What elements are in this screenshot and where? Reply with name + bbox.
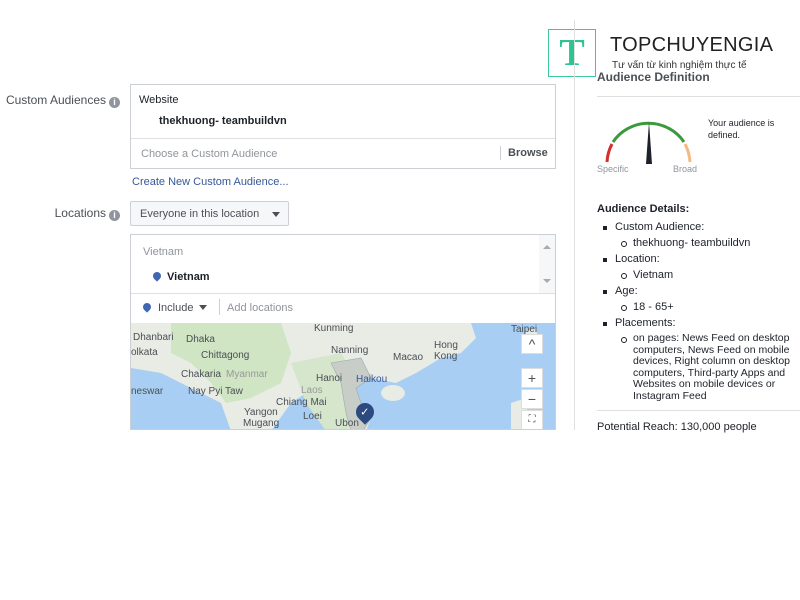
map-label: Nay Pyi Taw [188,386,243,397]
map-label: Chakaria [181,369,222,380]
map-label: Mugang [243,418,280,429]
map-label: Hanoi [316,373,343,384]
detail-label: Custom Audience: [597,221,800,234]
map-label: Loei [303,411,322,422]
detail-label: Age: [597,285,800,298]
custom-audience-box: Website thekhuong- teambuildvn Choose a … [130,84,556,169]
map-label: Chiang Mai [276,397,327,408]
location-name: Vietnam [167,271,210,283]
caret-down-icon [272,212,280,221]
audience-status: Your audience is defined. [708,118,775,140]
map[interactable]: Kunming Taipei Dhanbari Dhaka Hong Kong … [131,323,555,429]
map-label: Nanning [331,345,369,356]
dropdown-value: Everyone in this location [140,208,260,220]
details-list: Custom Audience: thekhuong- teambuildvn … [597,221,800,402]
location-type-dropdown[interactable]: Everyone in this location [130,201,289,226]
zoom-in-button[interactable]: + [521,368,543,388]
caret-down-icon [199,305,208,314]
map-label: Dhanbari [133,332,174,343]
map-label: Kunming [314,323,354,334]
info-icon[interactable]: i [109,210,120,221]
map-label: Chittagong [201,350,250,361]
section-header: Website [139,94,179,106]
locations-label-text: Locations [54,206,106,220]
gauge-specific-label: Specific [597,164,629,174]
include-dropdown[interactable]: Include [141,301,208,314]
detail-value: thekhuong- teambuildvn [597,237,800,250]
add-locations-input[interactable]: Add locations [227,302,527,314]
map-label: Ubon [335,418,359,429]
locations-label: Locations i [0,206,120,221]
potential-reach: Potential Reach: 130,000 people [597,421,757,433]
detail-value: on pages: News Feed on desktop computers… [597,332,800,402]
map-label: Myanmar [226,369,268,380]
watermark-logo: T [548,29,596,77]
map-label: Kong [434,351,458,362]
custom-audience-input[interactable]: Choose a Custom Audience [141,148,491,160]
detail-value: Vietnam [597,269,800,282]
selected-audience[interactable]: thekhuong- teambuildvn [159,115,287,127]
map-label: Haikou [356,374,388,385]
info-icon[interactable]: i [109,97,120,108]
custom-audiences-label: Custom Audiences i [0,93,120,108]
map-label: olkata [131,347,158,358]
fullscreen-icon[interactable]: ⛶ [521,410,543,429]
include-label: Include [158,302,194,314]
map-label: Dhaka [186,334,215,345]
create-custom-audience-link[interactable]: Create New Custom Audience... [132,176,289,188]
detail-value: 18 - 65+ [597,301,800,314]
panel-title: Audience Definition [597,70,710,84]
custom-audiences-label-text: Custom Audiences [5,93,106,107]
locations-box: Vietnam Vietnam Include Add locations Ku… [130,234,556,430]
detail-label: Placements: [597,317,800,330]
map-label: neswar [131,386,164,397]
gauge-broad-label: Broad [673,164,698,174]
location-item[interactable]: Vietnam [151,270,210,283]
panel-divider [574,20,575,430]
scrollbar[interactable] [539,235,555,293]
map-label: Laos [301,385,323,396]
map-label: Macao [393,352,424,363]
gauge-needle [646,122,652,164]
map-collapse-button[interactable]: ^ [521,334,543,354]
details-title: Audience Details: [597,203,690,215]
location-pin-icon [141,301,153,313]
audience-definition-panel: Audience Definition Your audience is def… [597,70,800,433]
detail-label: Location: [597,253,800,266]
zoom-out-button[interactable]: − [521,389,543,409]
browse-button[interactable]: Browse [508,147,548,159]
location-group-header: Vietnam [143,246,184,258]
watermark-brand: TOPCHUYENGIA [610,34,774,56]
location-pin-icon [151,270,163,282]
